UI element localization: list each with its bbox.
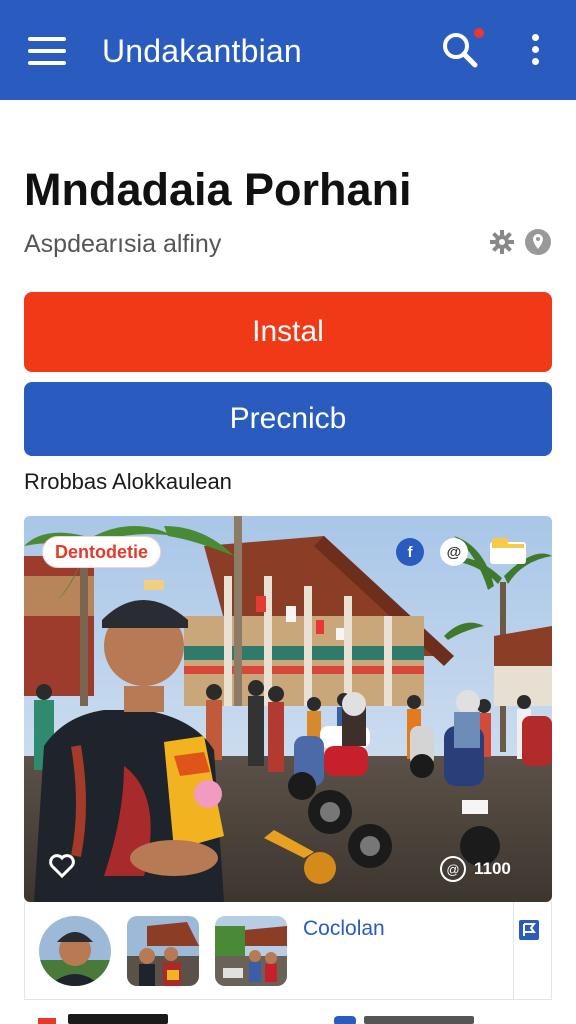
section-heading: Rrobbas Alokkaulean [24, 469, 232, 494]
thumbnail-2[interactable] [127, 916, 199, 986]
partial-text [68, 1014, 168, 1024]
flag-icon[interactable] [517, 918, 541, 942]
thumbnail-3[interactable] [215, 916, 287, 986]
app-subtitle: Aspdearısia alfiny [24, 230, 222, 258]
views-icon[interactable]: @ [440, 856, 466, 882]
folder-icon[interactable] [490, 538, 526, 564]
divider [513, 902, 514, 1000]
more-vert-icon[interactable] [528, 34, 542, 70]
settings-icon[interactable] [488, 228, 516, 256]
at-badge-icon[interactable]: @ [440, 538, 468, 566]
install-button[interactable]: Instal [24, 292, 552, 372]
facebook-badge-icon[interactable]: f [396, 538, 424, 566]
heart-icon[interactable] [48, 852, 76, 880]
hamburger-menu-icon[interactable] [28, 37, 66, 65]
notification-dot [472, 26, 486, 40]
partial-text [364, 1016, 474, 1024]
thumbnail-1[interactable] [39, 916, 111, 986]
view-count: 1100 [474, 859, 511, 878]
promo-tag: Dentodetie [42, 536, 162, 568]
search-icon[interactable] [440, 26, 486, 70]
location-icon[interactable] [524, 228, 552, 256]
hero-photo [24, 516, 552, 902]
hero-screenshot[interactable]: Dentodetie f @ @ 1100 [24, 516, 552, 902]
app-bar: Undakantbian [0, 0, 576, 100]
partial-icon [334, 1016, 356, 1024]
app-name: Mndadaia Porhani [24, 164, 412, 215]
app-bar-title: Undakantbian [102, 33, 302, 69]
thumbnail-row-label[interactable]: Coclolan [303, 916, 385, 942]
next-row-partial [24, 1000, 552, 1024]
thumbnail-row: Coclolan [24, 902, 552, 1000]
partial-icon [38, 1018, 56, 1024]
preview-button[interactable]: Precnicb [24, 382, 552, 456]
